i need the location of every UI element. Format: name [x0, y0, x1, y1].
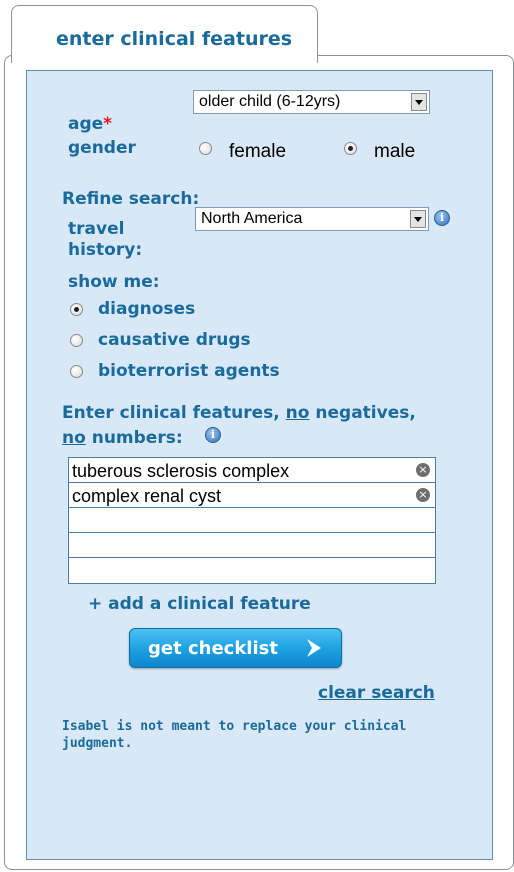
- arrow-right-icon: [307, 639, 321, 657]
- clear-search-link[interactable]: clear search: [318, 683, 435, 703]
- travel-history-value: North America: [201, 210, 303, 227]
- disclaimer-text: Isabel is not meant to replace your clin…: [62, 719, 407, 751]
- features-instructions: Enter clinical features, no negatives,: [62, 403, 416, 423]
- remove-icon[interactable]: ×: [416, 463, 430, 477]
- feature-input-2[interactable]: complex renal cyst ×: [69, 483, 435, 508]
- instr-no-2: no: [62, 428, 86, 448]
- show-causative-drugs-label: causative drugs: [98, 330, 251, 350]
- feature-input-value: complex renal cyst: [72, 486, 222, 506]
- age-select[interactable]: older child (6-12yrs): [193, 90, 430, 114]
- required-marker: *: [103, 114, 113, 134]
- age-label-text: age: [68, 114, 104, 134]
- feature-input-3[interactable]: [69, 508, 435, 533]
- gender-female-radio[interactable]: [199, 142, 212, 155]
- age-select-value: older child (6-12yrs): [199, 93, 341, 110]
- show-bioterrorist-agents-radio[interactable]: [70, 365, 83, 378]
- gender-label: gender: [68, 138, 136, 158]
- instr-no-1: no: [285, 403, 310, 423]
- gender-male-radio[interactable]: [344, 142, 357, 155]
- instr-text-3: numbers:: [85, 428, 183, 448]
- gender-male-label: male: [374, 141, 416, 162]
- add-clinical-feature-link[interactable]: + add a clinical feature: [88, 594, 311, 614]
- info-icon[interactable]: [434, 210, 450, 226]
- info-icon[interactable]: [205, 427, 221, 443]
- feature-input-1[interactable]: tuberous sclerosis complex ×: [69, 458, 435, 483]
- dropdown-arrow-icon[interactable]: [410, 210, 426, 228]
- show-me-label: show me:: [68, 272, 160, 292]
- feature-input-5[interactable]: [69, 558, 435, 583]
- feature-input-value: tuberous sclerosis complex: [72, 461, 290, 481]
- instr-text-1: Enter clinical features,: [62, 403, 286, 423]
- remove-icon[interactable]: ×: [416, 488, 430, 502]
- show-diagnoses-radio[interactable]: [70, 303, 83, 316]
- clinical-features-list: tuberous sclerosis complex × complex ren…: [68, 457, 436, 584]
- get-checklist-label: get checklist: [148, 638, 278, 659]
- feature-input-4[interactable]: [69, 533, 435, 558]
- get-checklist-button[interactable]: get checklist: [129, 628, 342, 668]
- instr-text-2: negatives,: [309, 403, 416, 423]
- travel-history-label-line2: history:: [68, 240, 143, 260]
- show-diagnoses-label: diagnoses: [98, 299, 196, 319]
- dropdown-arrow-icon[interactable]: [411, 93, 427, 111]
- show-causative-drugs-radio[interactable]: [70, 334, 83, 347]
- travel-history-select[interactable]: North America: [195, 207, 429, 231]
- show-bioterrorist-agents-label: bioterrorist agents: [98, 361, 280, 381]
- features-instructions-line2: no numbers:: [62, 428, 183, 448]
- age-label: age*: [68, 114, 112, 134]
- gender-female-label: female: [229, 141, 287, 162]
- travel-history-label-line1: travel: [68, 219, 125, 239]
- refine-search-heading: Refine search:: [62, 189, 200, 209]
